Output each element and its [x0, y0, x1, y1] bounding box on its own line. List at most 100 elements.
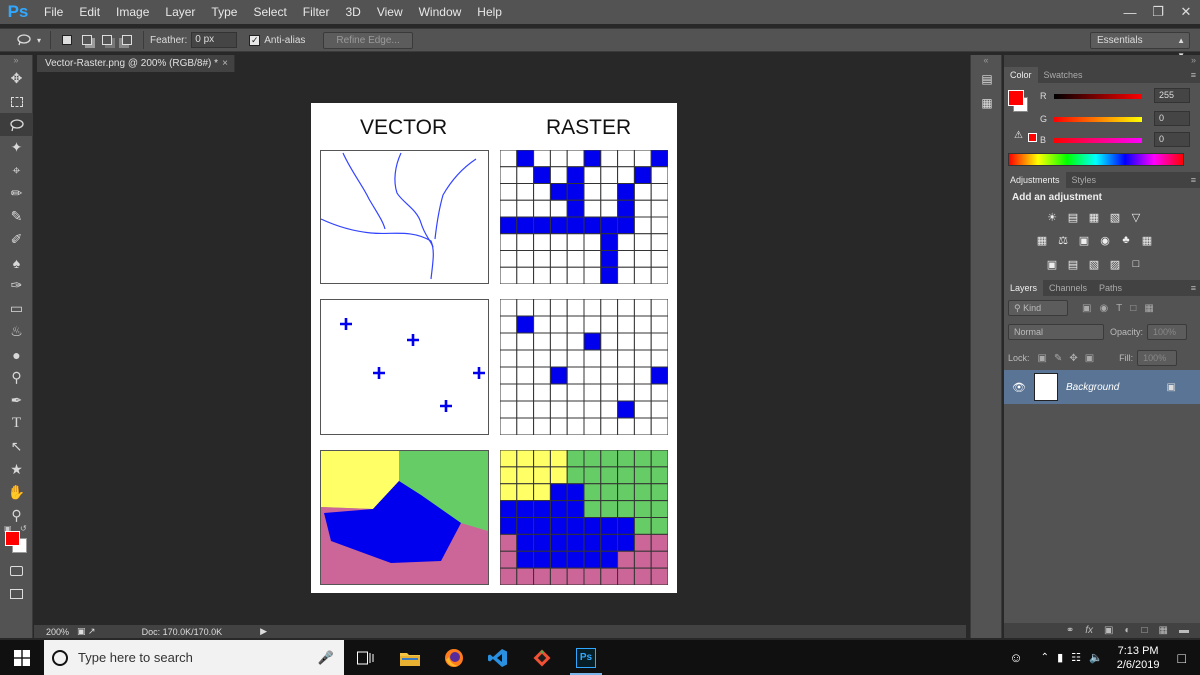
microphone-icon[interactable]: 🎤: [318, 650, 334, 666]
color-lookup-icon[interactable]: ▦: [1139, 232, 1155, 248]
intersect-selection-icon[interactable]: [117, 31, 137, 49]
hand-tool-icon[interactable]: ✋: [0, 481, 33, 504]
type-tool-icon[interactable]: T: [0, 412, 33, 435]
red-slider[interactable]: [1054, 93, 1142, 99]
add-mask-icon[interactable]: ▣: [1104, 625, 1113, 636]
workspace-select[interactable]: Essentials ▲▼: [1090, 32, 1190, 60]
action-center-icon[interactable]: □: [1178, 650, 1186, 666]
add-selection-icon[interactable]: [77, 31, 97, 49]
collapse-icon[interactable]: «: [971, 55, 1001, 67]
refine-edge-button[interactable]: Refine Edge...: [323, 31, 413, 49]
blur-tool-icon[interactable]: ●: [0, 343, 33, 366]
gradient-map-icon[interactable]: ▨: [1107, 256, 1123, 272]
brush-tool-icon[interactable]: ✐: [0, 228, 33, 251]
task-view-button[interactable]: [344, 640, 388, 675]
pen-tool-icon[interactable]: ✒: [0, 389, 33, 412]
minimize-button[interactable]: —: [1116, 0, 1144, 24]
tab-paths[interactable]: Paths: [1093, 280, 1128, 296]
collapse-icon[interactable]: »: [0, 55, 32, 67]
menu-filter[interactable]: Filter: [295, 0, 338, 24]
battery-icon[interactable]: ▮: [1057, 651, 1063, 664]
taskbar-search-box[interactable]: Type here to search 🎤: [44, 640, 344, 675]
opacity-input[interactable]: 100%: [1147, 324, 1188, 340]
restore-button[interactable]: ❐: [1144, 0, 1172, 24]
kind-filter-select[interactable]: ⚲ Kind: [1008, 300, 1068, 316]
curves-icon[interactable]: ▦: [1086, 209, 1102, 225]
eraser-tool-icon[interactable]: ▭: [0, 297, 33, 320]
menu-type[interactable]: Type: [203, 0, 245, 24]
link-layers-icon[interactable]: ⚭: [1066, 625, 1074, 636]
new-layer-icon[interactable]: ▦: [1159, 625, 1168, 636]
vscode-app[interactable]: [476, 640, 520, 675]
lasso-preset-icon[interactable]: [14, 31, 34, 49]
layer-filter-icons[interactable]: ▣◉T□▦: [1082, 303, 1162, 314]
clone-stamp-tool-icon[interactable]: ♠: [0, 251, 33, 274]
green-slider[interactable]: [1054, 116, 1142, 122]
firefox-app[interactable]: [432, 640, 476, 675]
new-adjustment-layer-icon[interactable]: ◐: [1124, 625, 1130, 636]
menu-file[interactable]: File: [36, 0, 71, 24]
tab-color[interactable]: Color: [1004, 67, 1038, 83]
foreground-color-swatch[interactable]: [5, 531, 20, 546]
feather-input[interactable]: 0 px: [191, 32, 238, 48]
menu-edit[interactable]: Edit: [71, 0, 108, 24]
subtract-selection-icon[interactable]: [97, 31, 117, 49]
magic-wand-tool-icon[interactable]: ✦: [0, 136, 33, 159]
close-tab-icon[interactable]: ×: [222, 55, 228, 72]
file-explorer-app[interactable]: [388, 640, 432, 675]
exposure-icon[interactable]: ▧: [1107, 209, 1123, 225]
new-group-icon[interactable]: □: [1142, 625, 1148, 636]
menu-view[interactable]: View: [369, 0, 411, 24]
preset-dropdown-icon[interactable]: ▾: [34, 31, 44, 49]
red-value-input[interactable]: 255: [1154, 88, 1190, 103]
fx-icon[interactable]: fx: [1085, 625, 1093, 636]
vibrance-icon[interactable]: ▽: [1128, 209, 1144, 225]
menu-image[interactable]: Image: [108, 0, 157, 24]
foreground-color-chip[interactable]: [1008, 90, 1024, 106]
move-tool-icon[interactable]: ✥: [0, 67, 33, 90]
threshold-icon[interactable]: ▧: [1086, 256, 1102, 272]
posterize-icon[interactable]: ▤: [1065, 256, 1081, 272]
quick-mask-icon[interactable]: [0, 559, 33, 582]
lock-icons[interactable]: ▣✎✥▣: [1038, 353, 1102, 364]
document-canvas[interactable]: VECTOR RASTER: [311, 103, 677, 593]
color-spectrum-bar[interactable]: [1008, 153, 1184, 166]
properties-panel-icon[interactable]: ▦: [971, 91, 1003, 115]
close-window-button[interactable]: ✕: [1172, 0, 1200, 24]
tab-channels[interactable]: Channels: [1043, 280, 1093, 296]
lasso-tool-icon[interactable]: [0, 113, 33, 136]
start-button[interactable]: [0, 640, 44, 675]
screen-mode-icon[interactable]: [0, 582, 33, 605]
blue-value-input[interactable]: 0: [1154, 132, 1190, 147]
document-tab[interactable]: Vector-Raster.png @ 200% (RGB/8#) * ×: [37, 55, 235, 72]
panel-menu-icon[interactable]: ≡: [1191, 70, 1196, 80]
blend-mode-select[interactable]: Normal: [1008, 324, 1104, 340]
tab-swatches[interactable]: Swatches: [1038, 67, 1089, 83]
menu-layer[interactable]: Layer: [157, 0, 203, 24]
menu-3d[interactable]: 3D: [337, 0, 368, 24]
paint-bucket-tool-icon[interactable]: ♨: [0, 320, 33, 343]
new-selection-icon[interactable]: [57, 31, 77, 49]
selective-color-icon[interactable]: □: [1128, 256, 1144, 272]
layer-name[interactable]: Background: [1066, 382, 1119, 393]
marquee-tool-icon[interactable]: [0, 90, 33, 113]
history-panel-icon[interactable]: ▤: [971, 67, 1003, 91]
status-menu-arrow-icon[interactable]: ▶: [260, 626, 267, 637]
levels-icon[interactable]: ▤: [1065, 209, 1081, 225]
healing-brush-tool-icon[interactable]: ✎: [0, 205, 33, 228]
blue-slider[interactable]: [1054, 137, 1142, 143]
gamut-color-chip[interactable]: [1028, 133, 1037, 142]
channel-mixer-icon[interactable]: ♣: [1118, 232, 1134, 248]
canvas-area[interactable]: VECTOR RASTER: [34, 72, 966, 625]
black-white-icon[interactable]: ▣: [1076, 232, 1092, 248]
delete-layer-icon[interactable]: ▬: [1179, 625, 1189, 636]
crop-tool-icon[interactable]: ⌖: [0, 159, 33, 182]
fill-input[interactable]: 100%: [1137, 350, 1178, 366]
collapse-icon[interactable]: »: [1004, 55, 1200, 67]
invert-icon[interactable]: ▣: [1044, 256, 1060, 272]
photo-filter-icon[interactable]: ◉: [1097, 232, 1113, 248]
swap-colors-icon[interactable]: ↺: [20, 524, 27, 533]
panel-menu-icon[interactable]: ≡: [1191, 283, 1196, 293]
menu-help[interactable]: Help: [469, 0, 510, 24]
path-selection-tool-icon[interactable]: ↖: [0, 435, 33, 458]
